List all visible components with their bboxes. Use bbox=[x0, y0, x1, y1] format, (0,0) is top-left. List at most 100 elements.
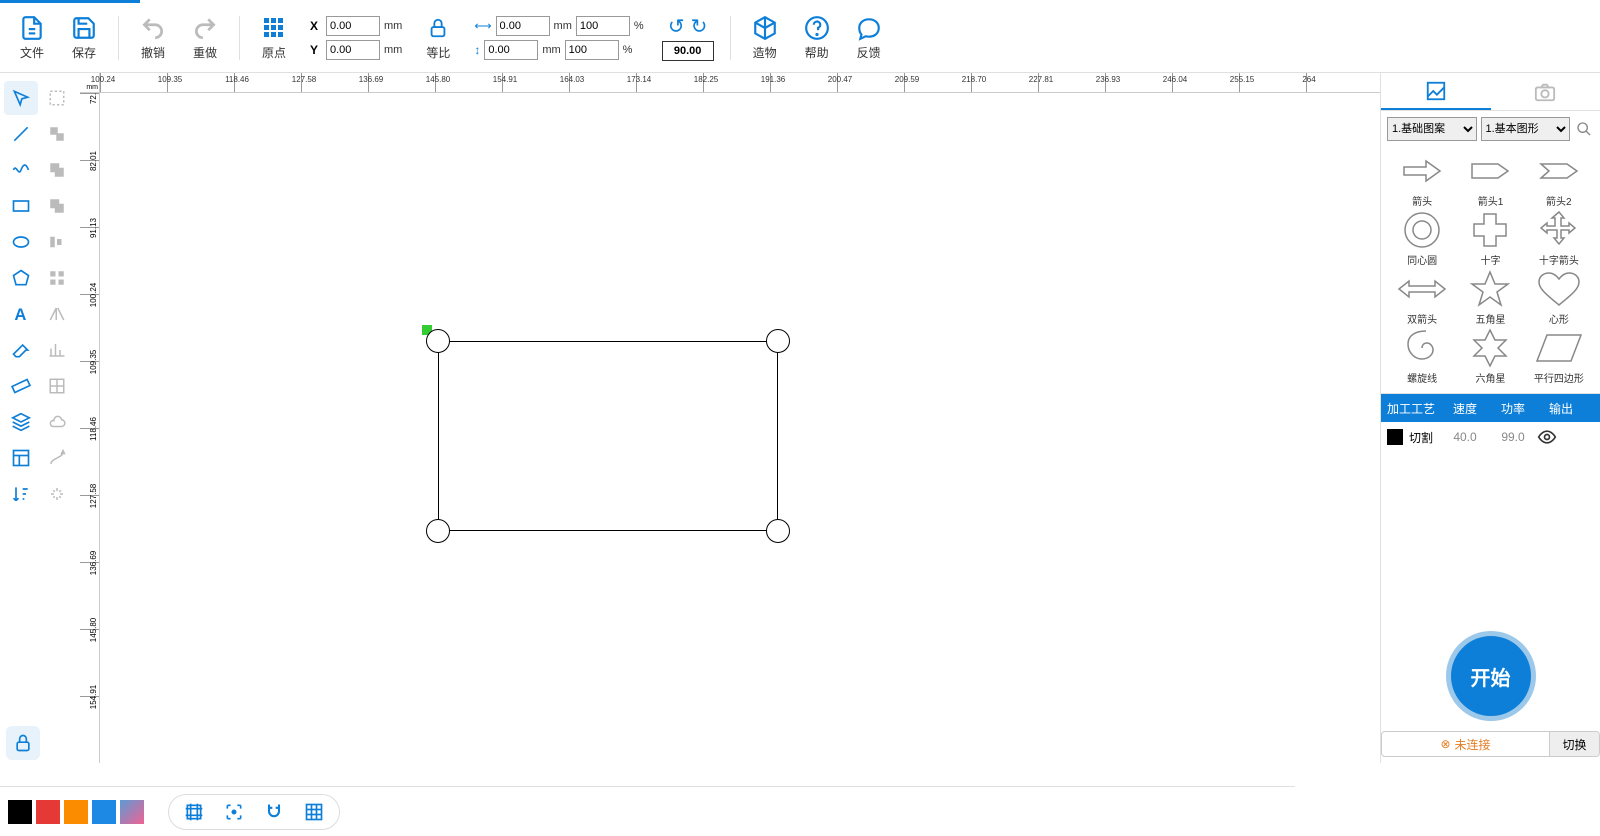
process-table: 加工工艺 速度 功率 输出 切割 40.0 99.0 bbox=[1381, 393, 1600, 452]
connection-status: ⊗未连接 切换 bbox=[1381, 731, 1600, 757]
rotation-input[interactable] bbox=[662, 41, 714, 61]
handle-tr[interactable] bbox=[766, 329, 790, 353]
shape-平行四边形[interactable]: 平行四边形 bbox=[1526, 328, 1592, 385]
help-button[interactable]: 帮助 bbox=[793, 8, 841, 68]
grid-toggle[interactable] bbox=[299, 797, 329, 827]
shape-同心圆[interactable]: 同心圆 bbox=[1389, 210, 1455, 267]
width-input[interactable] bbox=[496, 16, 550, 36]
color-swatch-0[interactable] bbox=[8, 800, 32, 824]
start-button[interactable]: 开始 bbox=[1446, 631, 1536, 721]
color-swatch-2[interactable] bbox=[64, 800, 88, 824]
switch-button[interactable]: 切换 bbox=[1549, 732, 1599, 756]
feedback-icon bbox=[855, 14, 883, 42]
height-input[interactable] bbox=[484, 40, 538, 60]
measure-tool[interactable] bbox=[4, 369, 38, 403]
process-row[interactable]: 切割 40.0 99.0 bbox=[1381, 422, 1600, 452]
undo-button[interactable]: 撤销 bbox=[129, 8, 177, 68]
marquee-tool[interactable] bbox=[40, 81, 74, 115]
shape-心形[interactable]: 心形 bbox=[1526, 269, 1592, 326]
shape-螺旋线[interactable]: 螺旋线 bbox=[1389, 328, 1455, 385]
create-button[interactable]: 造物 bbox=[741, 8, 789, 68]
select-tool[interactable] bbox=[4, 81, 38, 115]
xy-inputs: Xmm Ymm bbox=[310, 16, 402, 60]
canvas[interactable] bbox=[100, 93, 1380, 763]
canvas-lock-button[interactable] bbox=[6, 726, 40, 760]
shape-双箭头[interactable]: 双箭头 bbox=[1389, 269, 1455, 326]
curve-tool[interactable] bbox=[4, 153, 38, 187]
redo-button[interactable]: 重做 bbox=[181, 8, 229, 68]
aspect-lock-button[interactable]: 等比 bbox=[414, 8, 462, 68]
rect-tool[interactable] bbox=[4, 189, 38, 223]
top-toolbar: 文件 保存 撤销 重做 原点 Xmm Ymm 等比 ⟷mm% ↕mm% ↺↻ 造… bbox=[0, 3, 1600, 73]
text-tool[interactable]: A bbox=[4, 297, 38, 331]
bottom-bar bbox=[0, 786, 1295, 836]
svg-text:A: A bbox=[14, 305, 26, 324]
wh-inputs: ⟷mm% ↕mm% bbox=[474, 16, 643, 60]
line-tool[interactable] bbox=[4, 117, 38, 151]
canvas-shape-rect[interactable] bbox=[438, 341, 778, 531]
file-icon bbox=[18, 14, 46, 42]
undo-icon bbox=[139, 14, 167, 42]
rotate-cw-icon[interactable]: ↻ bbox=[691, 14, 708, 39]
magnet-tool[interactable] bbox=[259, 797, 289, 827]
focus-tool[interactable] bbox=[219, 797, 249, 827]
category-select[interactable]: 1.基础图案 bbox=[1387, 117, 1477, 141]
shape-六角星[interactable]: 六角星 bbox=[1457, 328, 1523, 385]
color-swatch[interactable] bbox=[1387, 429, 1403, 445]
grid-icon bbox=[260, 14, 288, 42]
grid-snap-tool[interactable] bbox=[40, 369, 74, 403]
shape-tool-2[interactable] bbox=[40, 117, 74, 151]
x-input[interactable] bbox=[326, 16, 380, 36]
shape-箭头[interactable]: 箭头 bbox=[1389, 151, 1455, 208]
shapes-library: 箭头箭头1箭头2 同心圆十字十字箭头双箭头五角星心形螺旋线六角星平行四边形 bbox=[1381, 147, 1600, 389]
save-icon bbox=[70, 14, 98, 42]
handle-br[interactable] bbox=[766, 519, 790, 543]
chart-tool[interactable] bbox=[40, 333, 74, 367]
sort-tool[interactable] bbox=[4, 477, 38, 511]
horizontal-ruler: 100.24109.35118.46127.58136.69145.80154.… bbox=[80, 73, 1380, 93]
help-icon bbox=[803, 14, 831, 42]
shape-十字[interactable]: 十字 bbox=[1457, 210, 1523, 267]
shape-五角星[interactable]: 五角星 bbox=[1457, 269, 1523, 326]
layers-tool[interactable] bbox=[4, 405, 38, 439]
width-pct-input[interactable] bbox=[576, 16, 630, 36]
shape-十字箭头[interactable]: 十字箭头 bbox=[1526, 210, 1592, 267]
union-tool[interactable] bbox=[40, 189, 74, 223]
eraser-tool[interactable] bbox=[4, 333, 38, 367]
path-tool[interactable] bbox=[40, 441, 74, 475]
canvas-area: mm 100.24109.35118.46127.58136.69145.801… bbox=[80, 73, 1380, 763]
layer-tool[interactable] bbox=[40, 153, 74, 187]
polygon-tool[interactable] bbox=[4, 261, 38, 295]
save-button[interactable]: 保存 bbox=[60, 8, 108, 68]
feedback-button[interactable]: 反馈 bbox=[845, 8, 893, 68]
color-swatch-4[interactable] bbox=[120, 800, 144, 824]
y-input[interactable] bbox=[326, 40, 380, 60]
search-icon[interactable] bbox=[1574, 119, 1594, 139]
cloud-tool[interactable] bbox=[40, 405, 74, 439]
shape-箭头2[interactable]: 箭头2 bbox=[1526, 151, 1592, 208]
frame-tool[interactable] bbox=[179, 797, 209, 827]
mirror-tool[interactable] bbox=[40, 297, 74, 331]
shape-箭头1[interactable]: 箭头1 bbox=[1457, 151, 1523, 208]
align-tool[interactable] bbox=[40, 225, 74, 259]
error-icon: ⊗ bbox=[1440, 737, 1450, 751]
template-tool[interactable] bbox=[4, 441, 38, 475]
color-swatch-3[interactable] bbox=[92, 800, 116, 824]
spark-tool[interactable] bbox=[40, 477, 74, 511]
ellipse-tool[interactable] bbox=[4, 225, 38, 259]
array-tool[interactable] bbox=[40, 261, 74, 295]
handle-bl[interactable] bbox=[426, 519, 450, 543]
width-icon: ⟷ bbox=[474, 19, 491, 33]
handle-tl[interactable] bbox=[426, 329, 450, 353]
shapes-tab[interactable] bbox=[1381, 73, 1491, 110]
rotate-ccw-icon[interactable]: ↺ bbox=[668, 14, 685, 39]
subcategory-select[interactable]: 1.基本图形 bbox=[1481, 117, 1571, 141]
camera-tab[interactable] bbox=[1491, 73, 1600, 110]
cube-icon bbox=[751, 14, 779, 42]
color-swatch-1[interactable] bbox=[36, 800, 60, 824]
origin-button[interactable]: 原点 bbox=[250, 8, 298, 68]
visibility-toggle[interactable] bbox=[1537, 427, 1585, 447]
height-pct-input[interactable] bbox=[565, 40, 619, 60]
right-panel: 1.基础图案 1.基本图形 箭头箭头1箭头2 同心圆十字十字箭头双箭头五角星心形螺… bbox=[1380, 73, 1600, 763]
file-button[interactable]: 文件 bbox=[8, 8, 56, 68]
